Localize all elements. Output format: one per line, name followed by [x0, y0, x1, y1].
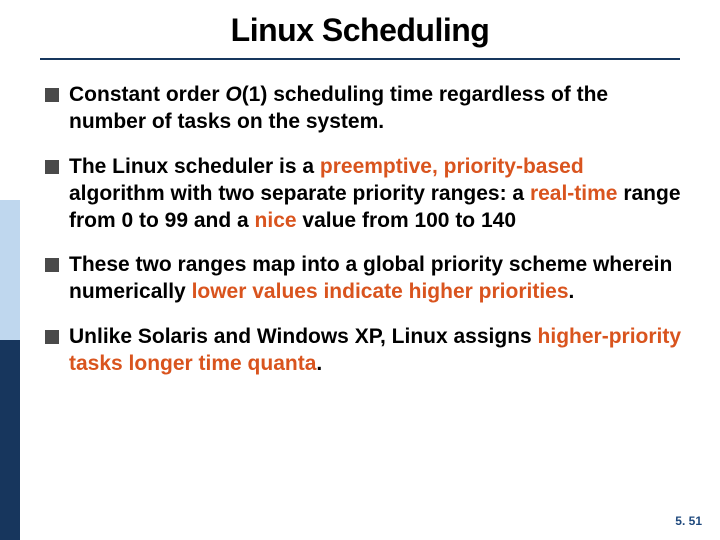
bullet-text: Unlike Solaris and Windows XP, Linux ass… [69, 324, 685, 378]
bullet-text: Constant order O(1) scheduling time rega… [69, 82, 685, 136]
square-bullet-icon [45, 258, 59, 272]
bullet-item: Unlike Solaris and Windows XP, Linux ass… [45, 324, 685, 378]
text: . [569, 280, 575, 303]
square-bullet-icon [45, 160, 59, 174]
text: algorithm with two separate priority ran… [69, 182, 530, 205]
text: (1) [242, 83, 268, 106]
bullet-item: Constant order O(1) scheduling time rega… [45, 82, 685, 136]
bullet-text: The Linux scheduler is a preemptive, pri… [69, 154, 685, 235]
title-underline [40, 58, 680, 60]
square-bullet-icon [45, 330, 59, 344]
slide: Linux Scheduling Constant order O(1) sch… [0, 0, 720, 540]
highlight-text: preemptive, priority-based [320, 155, 584, 178]
highlight-text: nice [255, 209, 297, 232]
text: The Linux scheduler is a [69, 155, 320, 178]
text: value from 100 to 140 [297, 209, 516, 232]
bullet-item: The Linux scheduler is a preemptive, pri… [45, 154, 685, 235]
content-area: Constant order O(1) scheduling time rega… [45, 82, 685, 396]
square-bullet-icon [45, 88, 59, 102]
page-number: 5. 51 [675, 514, 702, 528]
highlight-text: real-time [530, 182, 618, 205]
side-stripe [0, 0, 20, 540]
bullet-item: These two ranges map into a global prior… [45, 252, 685, 306]
highlight-text: lower values indicate higher priorities [192, 280, 569, 303]
text: Constant order [69, 83, 225, 106]
stripe-segment-mid [0, 200, 20, 340]
stripe-segment-bot [0, 340, 20, 540]
italic-text: O [225, 83, 241, 106]
text: . [316, 352, 322, 375]
text: Unlike Solaris and Windows XP, Linux ass… [69, 325, 538, 348]
bullet-text: These two ranges map into a global prior… [69, 252, 685, 306]
page-title: Linux Scheduling [0, 12, 720, 49]
